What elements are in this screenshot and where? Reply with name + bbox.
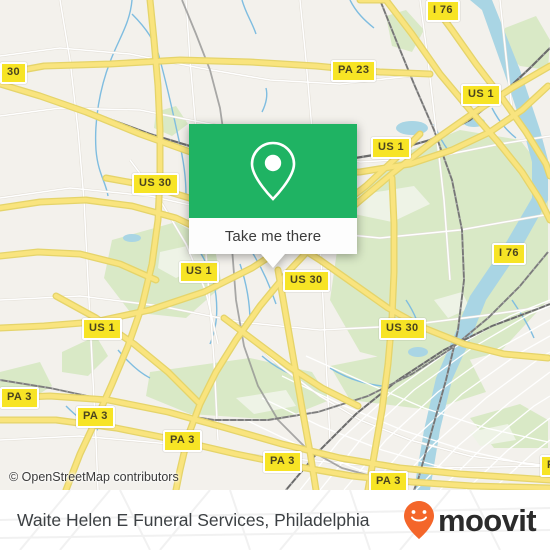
moovit-wordmark: moovit bbox=[437, 502, 537, 538]
moovit-smiley-pin-icon bbox=[403, 501, 434, 539]
road-shield: PA 3 bbox=[369, 471, 408, 490]
road-shield: PA 3 bbox=[263, 451, 302, 473]
road-shield: I 76 bbox=[492, 243, 526, 265]
road-shield: US 30 bbox=[283, 270, 330, 292]
bottom-info-bar: Waite Helen E Funeral Services, Philadel… bbox=[0, 490, 550, 550]
road-shield: US 1 bbox=[179, 261, 220, 283]
road-shield: PA 3 bbox=[0, 387, 39, 409]
popup-action-bar[interactable]: Take me there bbox=[189, 218, 357, 254]
popup-header bbox=[189, 124, 357, 218]
location-popup-card[interactable]: Take me there bbox=[189, 124, 357, 268]
map-attribution[interactable]: © OpenStreetMap contributors bbox=[9, 470, 179, 484]
road-shield: US 1 bbox=[371, 137, 412, 159]
road-shield: US 30 bbox=[379, 318, 426, 340]
road-shield: PA 23 bbox=[331, 60, 377, 82]
road-shield: US 30 bbox=[132, 173, 179, 195]
map-screenshot: 30 PA 23 I 76 US 1 US 30 US 1 US 1 US 30 I 76 US … bbox=[0, 0, 550, 550]
road-shield: PA 3 bbox=[540, 455, 550, 477]
road-shield: PA 3 bbox=[76, 406, 115, 428]
road-shield: 30 bbox=[0, 62, 28, 84]
road-shield: US 1 bbox=[82, 318, 123, 340]
popup-pointer bbox=[261, 254, 285, 268]
road-shield: US 1 bbox=[461, 84, 502, 106]
take-me-there-label: Take me there bbox=[224, 227, 322, 245]
road-shield: I 76 bbox=[426, 0, 460, 22]
map-pin-icon bbox=[250, 141, 296, 201]
place-title: Waite Helen E Funeral Services, Philadel… bbox=[17, 509, 370, 530]
road-shield: PA 3 bbox=[163, 430, 202, 452]
moovit-logo[interactable]: moovit bbox=[402, 490, 537, 550]
